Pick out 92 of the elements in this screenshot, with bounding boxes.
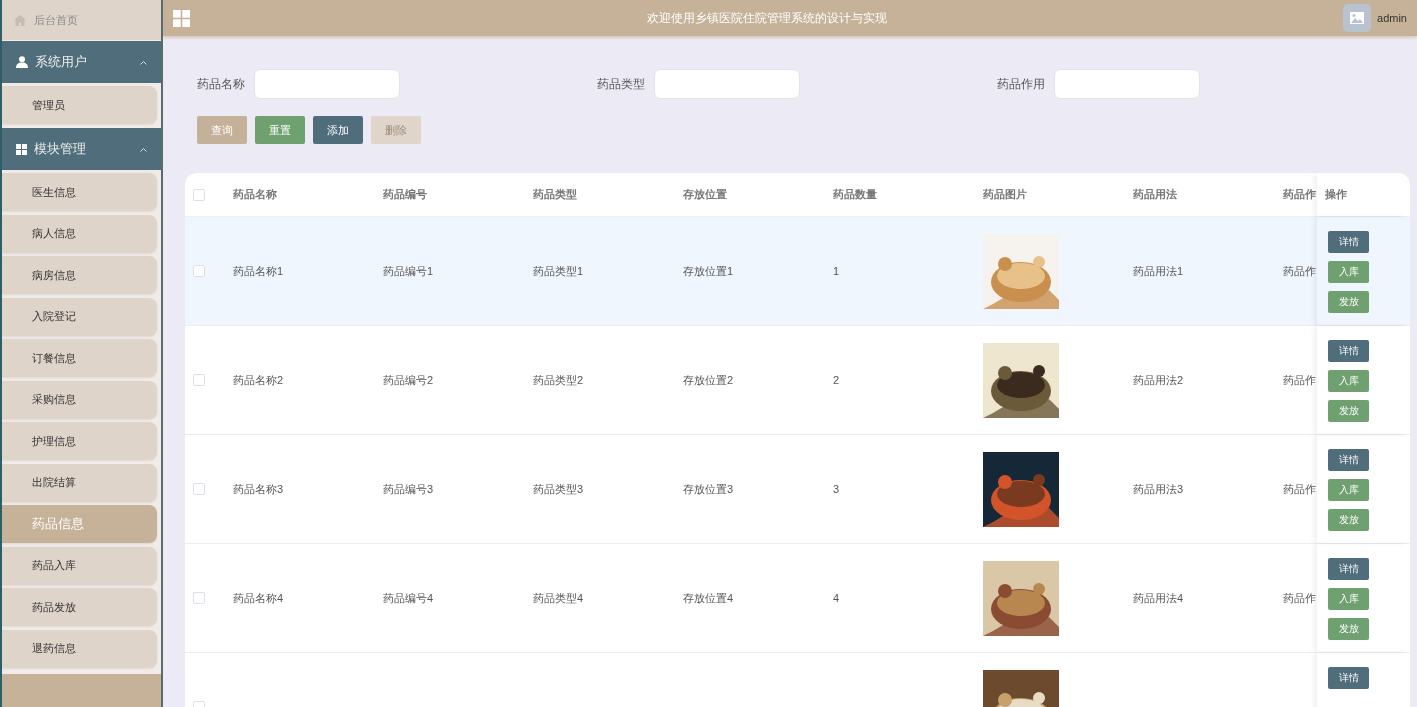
checkbox[interactable]: [193, 265, 205, 277]
table-cell: 药品作: [1283, 263, 1316, 279]
user-icon: [16, 56, 28, 68]
row-action-button[interactable]: 详情: [1328, 667, 1369, 689]
menu-item[interactable]: 护理信息: [2, 422, 157, 460]
column-header: 药品名称: [233, 187, 277, 202]
menu-item[interactable]: 病人信息: [2, 214, 157, 253]
row-action-button[interactable]: 发放: [1328, 291, 1369, 313]
checkbox[interactable]: [193, 592, 205, 604]
action-button[interactable]: 添加: [313, 116, 363, 144]
table-cell: 药品用法2: [1133, 372, 1184, 388]
table-cell: 药品名称2: [233, 372, 284, 388]
image-icon: [1350, 12, 1365, 24]
row-action-button[interactable]: 详情: [1328, 340, 1369, 362]
menu-item[interactable]: 药品入库: [2, 546, 157, 585]
row-action-button[interactable]: 详情: [1328, 449, 1369, 471]
table-cell: 药品类型1: [533, 263, 584, 279]
table-cell: 药品编号1: [383, 263, 434, 279]
table-row[interactable]: 药品名称1 药品编号1 药品类型1 存放位置1 1 药品用法1 药品作 详情 入库 发放: [185, 217, 1410, 326]
table-cell: 存放位置3: [683, 481, 734, 497]
table-cell: 药品名称4: [233, 590, 284, 606]
row-action-button[interactable]: 入库: [1328, 261, 1369, 283]
row-action-button[interactable]: 发放: [1328, 618, 1369, 640]
input-field[interactable]: [654, 69, 800, 99]
menu-group-title: 模块管理: [34, 140, 87, 158]
layout-icon: [173, 9, 190, 27]
table-cell: 1: [833, 265, 840, 277]
home-icon: [14, 14, 26, 26]
row-action-button[interactable]: 详情: [1328, 231, 1369, 253]
table-cell: 药品类型4: [533, 590, 584, 606]
table-cell: 药品编号2: [383, 372, 434, 388]
action-button[interactable]: 重置: [255, 116, 305, 144]
field-label: 药品作用: [997, 75, 1045, 93]
table-cell: 药品编号3: [383, 481, 434, 497]
checkbox[interactable]: [193, 374, 205, 386]
table-cell: 药品作: [1283, 372, 1316, 388]
row-action-button[interactable]: 发放: [1328, 400, 1369, 422]
table-cell: 药品编号4: [383, 590, 434, 606]
menu-group-header[interactable]: 系统用户: [2, 41, 161, 83]
column-header: 药品图片: [983, 187, 1027, 202]
menu-item[interactable]: 入院登记: [2, 297, 157, 336]
table-cell: 药品类型3: [533, 481, 584, 497]
menu-group-title: 系统用户: [35, 53, 88, 71]
table-cell: 药品名称3: [233, 481, 284, 497]
column-header: 药品作: [1283, 187, 1316, 202]
table-cell: 4: [833, 592, 840, 604]
row-action-button[interactable]: 入库: [1328, 588, 1369, 610]
menu-item[interactable]: 管理员: [2, 86, 157, 124]
table-cell: 3: [833, 483, 840, 495]
table-row[interactable]: 药品名称3 药品编号3 药品类型3 存放位置3 3 药品用法3 药品作 详情 入库 发放: [185, 435, 1410, 544]
checkbox[interactable]: [193, 188, 205, 201]
field-label: 药品名称: [197, 75, 245, 93]
menu-item[interactable]: 药品发放: [2, 588, 157, 626]
table-cell: 药品用法3: [1133, 481, 1184, 497]
table-row[interactable]: 药品名称2 药品编号2 药品类型2 存放位置2 2 药品用法2 药品作 详情 入库 发放: [185, 326, 1410, 435]
row-action-button[interactable]: 入库: [1328, 479, 1369, 501]
menu-item[interactable]: 采购信息: [2, 380, 157, 419]
input-field[interactable]: [254, 69, 400, 99]
table-cell: 存放位置4: [683, 590, 734, 606]
field-label: 药品类型: [597, 75, 645, 93]
menu-item[interactable]: 退药信息: [2, 629, 157, 668]
table-cell: 药品用法1: [1133, 263, 1184, 279]
table-cell: 药品用法4: [1133, 590, 1184, 606]
menu-item[interactable]: 出院结算: [2, 463, 157, 502]
menu-item[interactable]: 医生信息: [2, 173, 157, 211]
avatar[interactable]: [1343, 4, 1372, 32]
table-cell: 药品作: [1283, 481, 1316, 497]
grid-icon: [16, 143, 27, 155]
table-cell: 2: [833, 374, 840, 386]
column-header: 操作: [1325, 187, 1347, 202]
column-header: 药品类型: [533, 187, 577, 202]
table-row[interactable]: 详情: [185, 653, 1410, 707]
input-field[interactable]: [1054, 69, 1200, 99]
table-cell: 药品作: [1283, 590, 1316, 606]
column-header: 药品数量: [833, 187, 877, 202]
column-header: 药品编号: [383, 187, 427, 202]
menu-item[interactable]: 订餐信息: [2, 339, 157, 377]
row-action-button[interactable]: 发放: [1328, 509, 1369, 531]
checkbox[interactable]: [193, 483, 205, 495]
column-header: 存放位置: [683, 187, 727, 202]
menu-group-header[interactable]: 模块管理: [2, 128, 161, 170]
user-name[interactable]: admin: [1377, 12, 1407, 24]
app-title: 欢迎使用乡镇医院住院管理系统的设计与实现: [645, 9, 888, 27]
menu-item[interactable]: 病房信息: [2, 256, 157, 294]
row-action-button[interactable]: 详情: [1328, 558, 1369, 580]
table-cell: 药品类型2: [533, 372, 584, 388]
table-cell: 药品名称1: [233, 263, 284, 279]
table-cell: 存放位置1: [683, 263, 734, 279]
row-action-button[interactable]: 入库: [1328, 370, 1369, 392]
table-row[interactable]: 药品名称4 药品编号4 药品类型4 存放位置4 4 药品用法4 药品作 详情 入库 发放: [185, 544, 1410, 653]
table-cell: 存放位置2: [683, 372, 734, 388]
column-header: 药品用法: [1133, 187, 1177, 202]
